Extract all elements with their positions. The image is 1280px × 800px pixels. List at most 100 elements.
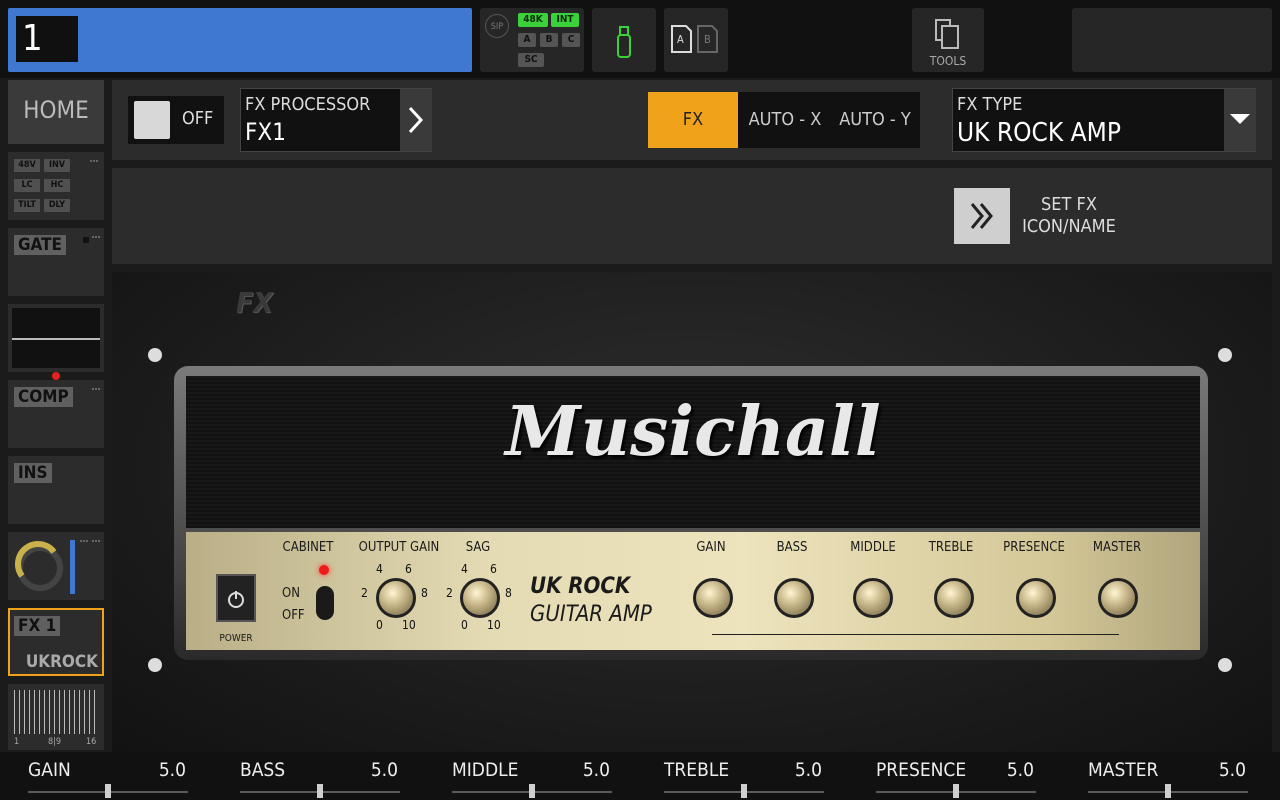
tag-tilt: TILT [14,199,40,212]
fx-type-value: UK ROCK AMP [957,118,1121,148]
mode-auto-x-button[interactable]: AUTO - X [742,92,828,148]
treble-knob-label: TREBLE [928,540,974,555]
param-middle-name: MIDDLE [452,759,519,781]
samplerate-chip: 48K [518,13,548,27]
param-presence-slider-thumb[interactable] [953,784,959,798]
master-knob[interactable] [1098,578,1138,618]
comp-block[interactable]: COMP [8,380,104,448]
fx1-block[interactable]: FX 1 UKROCK [8,608,104,676]
scale-tick: 4 [461,562,468,576]
mode-auto-y-button[interactable]: AUTO - Y [832,92,918,148]
bus-scale-right: 16 [86,737,97,747]
scene-ab-button[interactable]: A B [664,8,728,72]
bus-sends-block[interactable]: 1 8|9 16 [8,684,104,750]
gate-block[interactable]: GATE [8,228,104,296]
amp-control-panel: POWER CABINET ON OFF OUTPUT GAIN 4 6 2 8… [186,532,1200,650]
screw-icon [1218,348,1232,362]
param-treble-slider-thumb[interactable] [741,784,747,798]
dyn-knob-block[interactable] [8,532,104,600]
chip-c: C [562,33,580,47]
home-label: HOME [23,96,89,124]
param-master-name: MASTER [1088,759,1159,781]
amp-model-line2: GUITAR AMP [530,602,652,627]
eq-block[interactable] [8,304,104,380]
presence-knob[interactable] [1016,578,1056,618]
fx-type-selector[interactable]: FX TYPE UK ROCK AMP [952,88,1256,152]
home-button[interactable]: HOME [8,80,104,144]
treble-knob[interactable] [934,578,974,618]
power-label: POWER [219,633,253,644]
tag-dly: DLY [44,199,70,212]
cabinet-toggle[interactable] [316,586,334,620]
bass-knob[interactable] [774,578,814,618]
onoff-switch [134,101,170,139]
scale-tick: 6 [405,562,412,576]
screw-icon [148,348,162,362]
top-right-panel[interactable] [1072,8,1272,72]
usb-icon [617,26,631,58]
scale-tick: 10 [402,618,416,632]
mode-fx-button[interactable]: FX [648,92,738,148]
presence-knob-label: PRESENCE [1003,540,1065,555]
comp-label: COMP [14,387,73,407]
fx-processor-label: FX PROCESSOR [245,94,371,115]
fx-type-dropdown-button[interactable] [1224,89,1256,151]
set-fx-label-1: SET FX [1041,194,1097,215]
param-master-value: 5.0 [1218,759,1246,781]
param-bass-slider-thumb[interactable] [317,784,323,798]
output-gain-knob[interactable] [376,578,416,618]
screw-icon [148,658,162,672]
cabinet-led [319,565,329,575]
chevron-down-icon [1230,114,1250,124]
output-gain-label: OUTPUT GAIN [358,540,440,555]
double-chevron-right-icon [970,203,993,229]
sag-label: SAG [465,540,491,555]
gain-knob[interactable] [693,578,733,618]
knob-connector-line [712,634,1119,635]
sag-knob[interactable] [460,578,500,618]
param-treble-value: 5.0 [794,759,822,781]
channel-number: 1 [16,16,78,62]
scale-tick: 2 [446,586,453,600]
scale-tick: 8 [421,586,428,600]
param-master-slider-thumb[interactable] [1165,784,1171,798]
tag-48v: 48V [14,159,40,172]
fx1-type-label: UKROCK [25,652,98,672]
scale-tick: 2 [361,586,368,600]
level-meter [80,540,88,594]
gate-meter [92,236,100,290]
amp-model-line1: UK ROCK [530,574,631,599]
amp-brand-logo: Musichall [505,392,881,472]
scale-tick: 10 [487,618,501,632]
card-ab-icon [671,25,718,53]
scale-tick: 0 [376,618,383,632]
eq-flat-line [12,338,100,340]
set-fx-icon-button[interactable] [954,188,1010,244]
cabinet-on-label: ON [282,586,300,601]
gate-indicator [83,237,89,243]
card-a-label: A [677,33,684,46]
bus-scale-left: 1 [14,737,20,747]
param-gain-slider-thumb[interactable] [105,784,111,798]
eq-handle [52,372,60,380]
preamp-block[interactable]: 48V INV LC HC TILT DLY [8,152,104,220]
level-knob-icon [15,541,63,591]
usb-button[interactable] [592,8,656,72]
master-knob-label: MASTER [1092,540,1142,555]
scale-tick: 8 [505,586,512,600]
fx-processor-next-button[interactable] [400,89,432,151]
power-icon [228,591,244,608]
param-bass-value: 5.0 [370,759,398,781]
set-fx-label-2: ICON/NAME [1022,216,1116,237]
sip-icon: SIP [485,14,509,38]
scale-tick: 0 [461,618,468,632]
param-middle-slider-thumb[interactable] [529,784,535,798]
eq-curve [12,308,100,368]
insert-block[interactable]: INS [8,456,104,524]
power-switch[interactable] [216,574,256,622]
gate-label: GATE [14,235,66,255]
param-gain-name: GAIN [28,759,71,781]
tools-label: TOOLS [929,54,967,68]
tag-hc: HC [44,179,70,192]
middle-knob[interactable] [853,578,893,618]
